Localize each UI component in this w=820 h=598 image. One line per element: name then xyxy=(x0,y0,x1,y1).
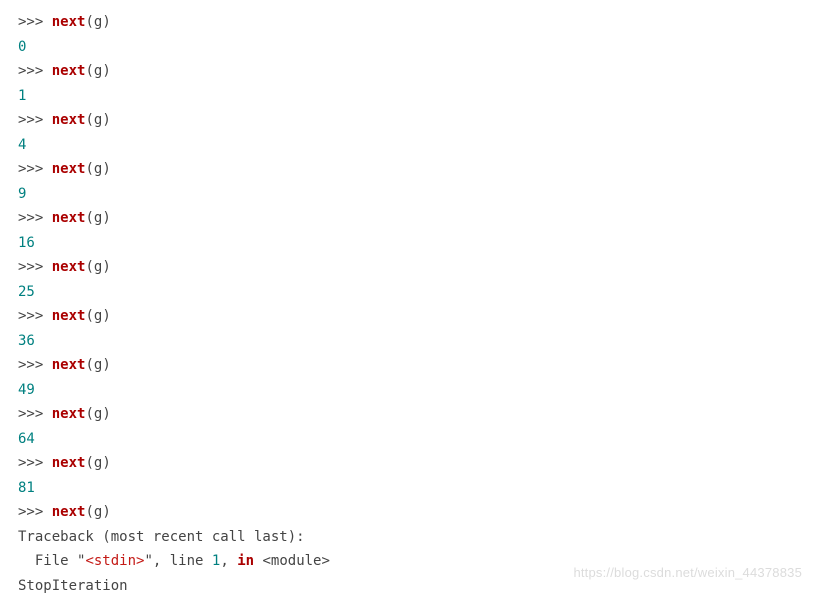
open-paren: ( xyxy=(85,161,93,177)
close-paren: ) xyxy=(102,14,110,30)
repl-prompt: >>> xyxy=(18,210,43,226)
open-paren: ( xyxy=(85,406,93,422)
open-paren: ( xyxy=(85,14,93,30)
call-keyword: next xyxy=(52,14,86,30)
traceback-error: StopIteration xyxy=(18,574,802,598)
repl-input-line: >>> next(g) xyxy=(18,206,802,231)
output-number: 81 xyxy=(18,480,35,496)
close-paren: ) xyxy=(102,308,110,324)
close-paren: ) xyxy=(102,504,110,520)
output-number: 36 xyxy=(18,333,35,349)
traceback-file-prefix: File " xyxy=(18,553,85,569)
traceback-file-mid2: , xyxy=(220,553,237,569)
repl-prompt: >>> xyxy=(18,161,43,177)
call-keyword: next xyxy=(52,504,86,520)
repl-prompt: >>> xyxy=(18,63,43,79)
output-number: 16 xyxy=(18,235,35,251)
close-paren: ) xyxy=(102,259,110,275)
repl-prompt: >>> xyxy=(18,112,43,128)
repl-input-line: >>> next(g) xyxy=(18,451,802,476)
traceback-file-line: File "<stdin>", line 1, in <module> xyxy=(18,549,802,574)
call-keyword: next xyxy=(52,210,86,226)
open-paren: ( xyxy=(85,63,93,79)
call-keyword: next xyxy=(52,308,86,324)
repl-output-line: 36 xyxy=(18,329,802,354)
close-paren: ) xyxy=(102,161,110,177)
close-paren: ) xyxy=(102,357,110,373)
call-keyword: next xyxy=(52,259,86,275)
open-paren: ( xyxy=(85,308,93,324)
close-paren: ) xyxy=(102,455,110,471)
repl-input-line: >>> next(g) xyxy=(18,402,802,427)
repl-prompt: >>> xyxy=(18,308,43,324)
traceback-in-keyword: in xyxy=(237,553,254,569)
open-paren: ( xyxy=(85,504,93,520)
traceback-file-mid: ", line xyxy=(144,553,211,569)
close-paren: ) xyxy=(102,112,110,128)
close-paren: ) xyxy=(102,406,110,422)
traceback-header: Traceback (most recent call last): xyxy=(18,525,802,550)
open-paren: ( xyxy=(85,259,93,275)
output-number: 49 xyxy=(18,382,35,398)
repl-output-line: 4 xyxy=(18,133,802,158)
call-keyword: next xyxy=(52,161,86,177)
repl-prompt: >>> xyxy=(18,455,43,471)
repl-prompt: >>> xyxy=(18,357,43,373)
call-keyword: next xyxy=(52,63,86,79)
repl-prompt: >>> xyxy=(18,14,43,30)
repl-output-line: 16 xyxy=(18,231,802,256)
repl-output-line: 1 xyxy=(18,84,802,109)
repl-input-line: >>> next(g) xyxy=(18,304,802,329)
python-repl-block: >>> next(g) 0 >>> next(g) 1 >>> next(g) 4 >>> … xyxy=(0,0,820,598)
output-number: 4 xyxy=(18,137,26,153)
repl-input-line: >>> next(g) xyxy=(18,10,802,35)
repl-output-line: 25 xyxy=(18,280,802,305)
repl-input-line: >>> next(g) xyxy=(18,500,802,525)
repl-prompt: >>> xyxy=(18,259,43,275)
call-keyword: next xyxy=(52,455,86,471)
repl-input-line: >>> next(g) xyxy=(18,59,802,84)
call-keyword: next xyxy=(52,357,86,373)
repl-output-line: 49 xyxy=(18,378,802,403)
open-paren: ( xyxy=(85,357,93,373)
open-paren: ( xyxy=(85,112,93,128)
open-paren: ( xyxy=(85,210,93,226)
output-number: 64 xyxy=(18,431,35,447)
output-number: 9 xyxy=(18,186,26,202)
call-keyword: next xyxy=(52,112,86,128)
repl-prompt: >>> xyxy=(18,504,43,520)
traceback-module: <module> xyxy=(254,553,330,569)
call-keyword: next xyxy=(52,406,86,422)
output-number: 25 xyxy=(18,284,35,300)
close-paren: ) xyxy=(102,63,110,79)
output-number: 1 xyxy=(18,88,26,104)
repl-output-line: 9 xyxy=(18,182,802,207)
output-number: 0 xyxy=(18,39,26,55)
repl-input-line: >>> next(g) xyxy=(18,157,802,182)
repl-input-line: >>> next(g) xyxy=(18,108,802,133)
traceback-file-name: <stdin> xyxy=(85,553,144,569)
repl-output-line: 64 xyxy=(18,427,802,452)
repl-output-line: 0 xyxy=(18,35,802,60)
repl-input-line: >>> next(g) xyxy=(18,353,802,378)
repl-prompt: >>> xyxy=(18,406,43,422)
close-paren: ) xyxy=(102,210,110,226)
open-paren: ( xyxy=(85,455,93,471)
repl-input-line: >>> next(g) xyxy=(18,255,802,280)
repl-output-line: 81 xyxy=(18,476,802,501)
